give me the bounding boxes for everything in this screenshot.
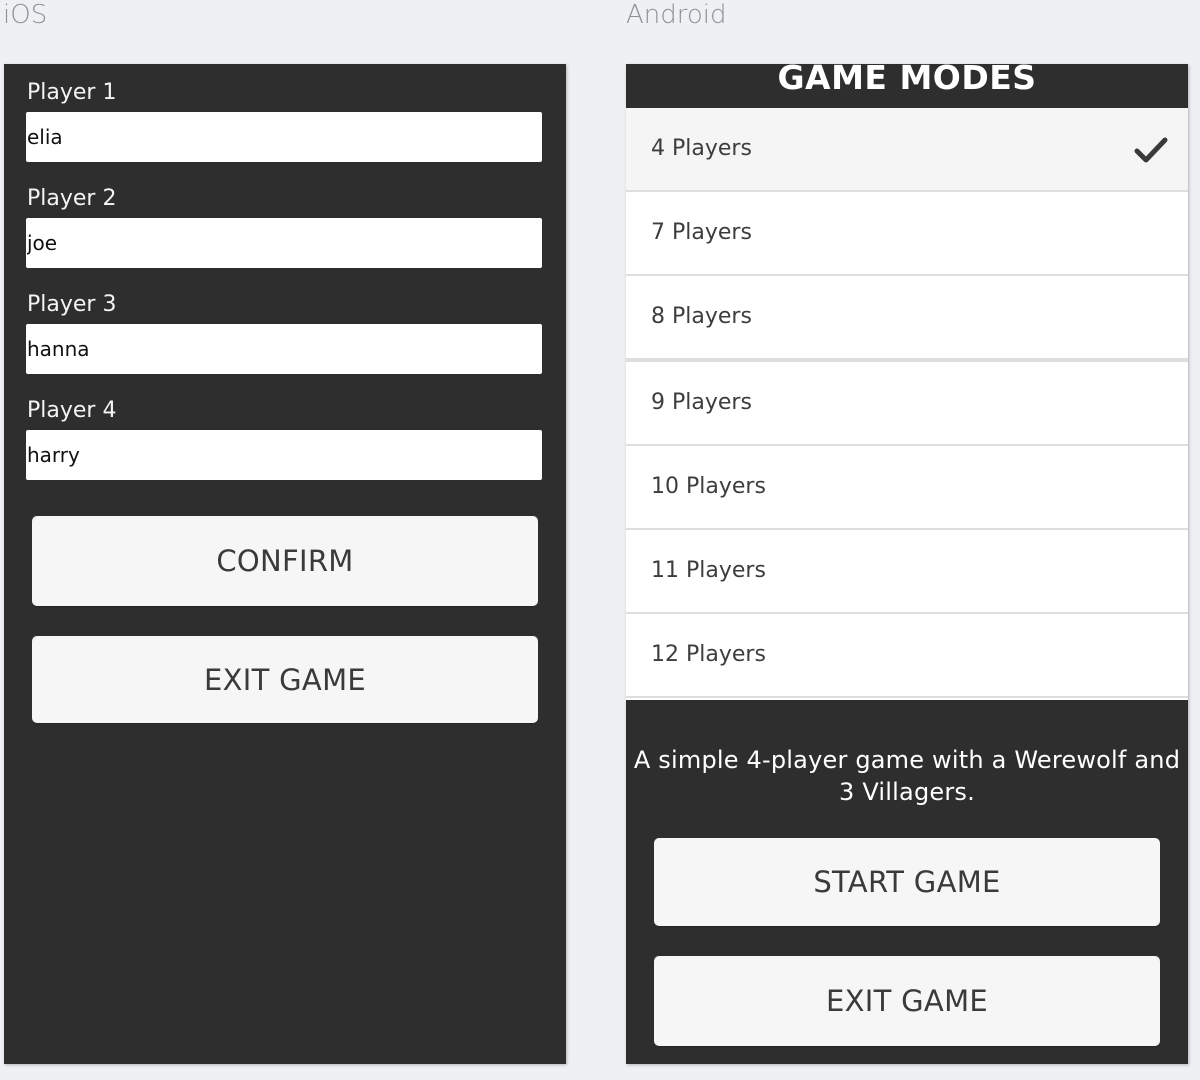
player-1-input[interactable]	[26, 112, 542, 162]
mode-item-label: 12 Players	[651, 642, 766, 667]
game-modes-header: GAME MODES	[626, 64, 1188, 108]
player-2-label: Player 2	[27, 186, 117, 211]
exit-game-button[interactable]: EXIT GAME	[654, 956, 1160, 1046]
game-mode-description: A simple 4-player game with a Werewolf a…	[633, 746, 1181, 806]
mode-item-7-players[interactable]: 7 Players	[626, 192, 1188, 276]
player-3-label: Player 3	[27, 292, 117, 317]
android-platform-label: Android	[626, 0, 727, 30]
exit-game-button[interactable]: EXIT GAME	[32, 636, 538, 723]
mode-item-10-players[interactable]: 10 Players	[626, 446, 1188, 530]
mode-item-label: 7 Players	[651, 220, 752, 245]
player-3-input[interactable]	[26, 324, 542, 374]
mode-item-8-players[interactable]: 8 Players	[626, 276, 1188, 362]
mode-item-label: 9 Players	[651, 390, 752, 415]
confirm-button[interactable]: CONFIRM	[32, 516, 538, 606]
player-4-label: Player 4	[27, 398, 117, 423]
game-modes-list: 4 Players 7 Players 8 Players 9 Players …	[626, 108, 1188, 700]
ios-screen: Player 1 Player 2 Player 3 Player 4 CONF…	[4, 64, 566, 1064]
player-4-input[interactable]	[26, 430, 542, 480]
checkmark-icon	[1134, 137, 1168, 163]
start-game-button[interactable]: START GAME	[654, 838, 1160, 926]
mode-item-label: 10 Players	[651, 474, 766, 499]
android-screen: GAME MODES 4 Players 7 Players 8 Players…	[626, 64, 1188, 1064]
player-2-input[interactable]	[26, 218, 542, 268]
game-modes-title: GAME MODES	[777, 64, 1037, 97]
player-1-label: Player 1	[27, 80, 117, 105]
mode-item-12-players[interactable]: 12 Players	[626, 614, 1188, 698]
mode-item-label: 11 Players	[651, 558, 766, 583]
mode-item-9-players[interactable]: 9 Players	[626, 362, 1188, 446]
ios-platform-label: iOS	[3, 0, 48, 30]
mode-item-label: 4 Players	[651, 136, 752, 161]
mode-item-11-players[interactable]: 11 Players	[626, 530, 1188, 614]
mode-item-4-players[interactable]: 4 Players	[626, 108, 1188, 192]
mode-item-label: 8 Players	[651, 304, 752, 329]
